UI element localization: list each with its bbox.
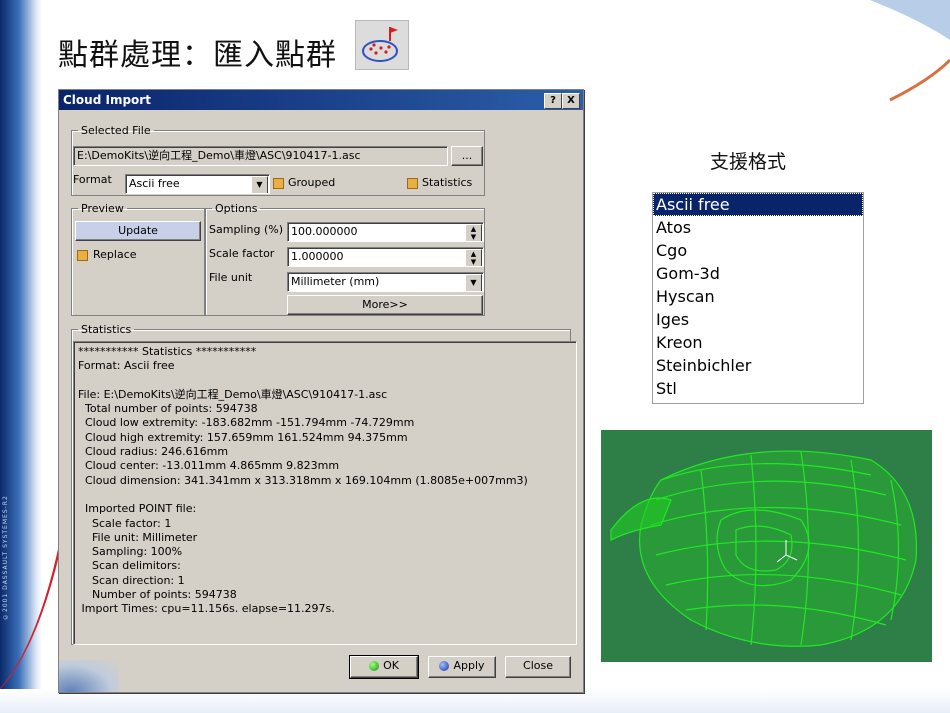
format-item-stl[interactable]: Stl (653, 377, 863, 400)
replace-checkbox[interactable] (77, 250, 88, 261)
options-legend: Options (215, 202, 258, 215)
close-window-button[interactable]: X (562, 93, 580, 109)
sampling-label: Sampling (%) (209, 223, 284, 236)
scale-factor-value: 1.000000 (291, 250, 344, 263)
format-item-hyscan[interactable]: Hyscan (653, 285, 863, 308)
slide-title: 點群處理：匯入點群 (58, 38, 337, 73)
sampling-spinner-icon[interactable]: ▲ ▼ (465, 224, 482, 241)
selected-file-legend: Selected File (81, 124, 151, 137)
sampling-value: 100.000000 (291, 225, 358, 238)
scale-spinner-icon[interactable]: ▲ ▼ (465, 249, 482, 266)
preview-legend: Preview (81, 202, 124, 215)
ok-label: OK (383, 659, 399, 672)
chevron-down-icon[interactable]: ▼ (251, 176, 268, 193)
sampling-input[interactable]: 100.000000 ▲ ▼ (287, 222, 484, 242)
apply-button[interactable]: Apply (428, 656, 496, 678)
file-unit-select[interactable]: Millimeter (mm) ▼ (287, 272, 484, 292)
slide-corner-deco (870, 0, 950, 102)
point-cloud-import-icon (355, 20, 409, 70)
dialog-titlebar: Cloud Import ? X (59, 90, 583, 110)
grouped-label: Grouped (288, 176, 336, 189)
chevron-down-icon[interactable]: ▼ (465, 274, 482, 291)
dialog-corner-swoosh (59, 660, 119, 692)
format-label: Format (73, 173, 112, 186)
help-button[interactable]: ? (544, 93, 562, 109)
update-button[interactable]: Update (75, 221, 201, 241)
file-unit-label: File unit (209, 271, 253, 284)
format-item-steinbichler[interactable]: Steinbichler (653, 354, 863, 377)
format-item-ascii-free[interactable]: Ascii free (653, 193, 863, 216)
formats-title: 支援格式 (710, 151, 787, 173)
statistics-label: Statistics (422, 176, 473, 189)
browse-button[interactable]: ... (451, 146, 483, 166)
statistics-text-area[interactable]: *********** Statistics *********** Forma… (73, 341, 577, 645)
dialog-title: Cloud Import (63, 93, 151, 107)
statistics-checkbox[interactable] (407, 178, 418, 189)
statistics-legend: Statistics (81, 323, 132, 336)
ok-button[interactable]: OK (349, 655, 419, 679)
format-select-value: Ascii free (129, 177, 180, 190)
format-item-cgo[interactable]: Cgo (653, 239, 863, 262)
scale-factor-input[interactable]: 1.000000 ▲ ▼ (287, 247, 484, 267)
cloud-import-dialog: Cloud Import ? X Selected File E:\DemoKi… (58, 89, 584, 693)
file-path-field[interactable]: E:\DemoKits\逆向工程_Demo\車燈\ASC\910417-1.as… (73, 146, 448, 166)
green-ball-icon (369, 661, 380, 671)
more-button[interactable]: More>> (287, 295, 483, 315)
formats-list[interactable]: Ascii free Atos Cgo Gom-3d Hyscan Iges K… (652, 192, 864, 404)
format-item-atos[interactable]: Atos (653, 216, 863, 239)
point-cloud-preview-image (601, 430, 932, 662)
apply-label: Apply (453, 659, 485, 672)
format-item-iges[interactable]: Iges (653, 308, 863, 331)
blue-ball-icon (439, 661, 450, 671)
file-unit-value: Millimeter (mm) (291, 275, 380, 288)
format-select[interactable]: Ascii free ▼ (125, 174, 270, 194)
scale-factor-label: Scale factor (209, 247, 275, 260)
grouped-checkbox[interactable] (273, 178, 284, 189)
replace-label: Replace (93, 248, 137, 261)
format-item-kreon[interactable]: Kreon (653, 331, 863, 354)
format-item-gom-3d[interactable]: Gom-3d (653, 262, 863, 285)
close-button[interactable]: Close (505, 656, 571, 678)
preview-group: Preview (71, 202, 205, 316)
